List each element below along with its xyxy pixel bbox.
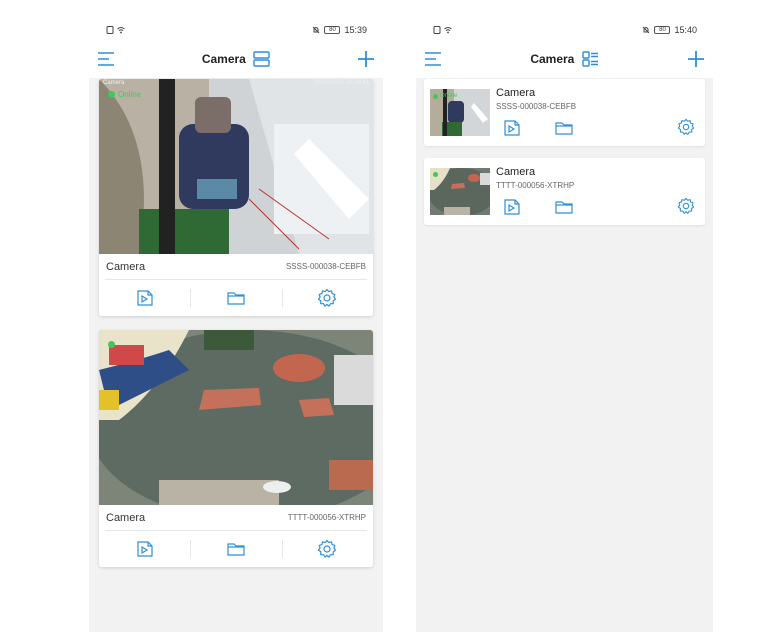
online-dot-icon	[108, 91, 115, 98]
online-label: Online	[118, 90, 142, 99]
camera-thumbnail[interactable]: Online	[430, 89, 490, 136]
playback-icon	[135, 289, 155, 307]
camera-thumbnail[interactable]	[99, 330, 373, 505]
page-title-wrap: Camera	[89, 51, 383, 67]
folder-icon[interactable]	[554, 198, 574, 216]
page-title: Camera	[530, 52, 575, 66]
camera-card[interactable]: Camera 2020-03-05 15:38:41 Online Camera…	[99, 79, 373, 316]
online-status	[108, 341, 115, 348]
folder-button[interactable]	[190, 531, 281, 567]
thumbnail-camera-label: Camera	[103, 80, 125, 86]
online-dot-icon	[433, 172, 438, 177]
camera-actions	[99, 531, 373, 567]
camera-actions	[99, 280, 373, 316]
gear-icon[interactable]	[676, 118, 696, 136]
folder-button[interactable]	[190, 280, 281, 316]
list-view-icon[interactable]	[581, 51, 599, 67]
camera-thumbnail[interactable]	[430, 168, 490, 215]
online-dot-icon	[433, 93, 438, 99]
status-time: 15:39	[344, 25, 367, 35]
plus-icon[interactable]	[357, 50, 375, 68]
status-bar: 80 15:39	[89, 18, 383, 42]
camera-name: Camera	[496, 87, 536, 99]
folder-icon	[226, 289, 246, 307]
playback-icon	[135, 540, 155, 558]
status-time: 15:40	[674, 25, 697, 35]
wifi-icon	[444, 27, 452, 34]
plus-icon[interactable]	[687, 50, 705, 68]
folder-icon[interactable]	[554, 119, 574, 137]
mute-icon	[313, 26, 320, 34]
settings-button[interactable]	[281, 280, 373, 316]
sim-icon	[106, 26, 114, 34]
camera-name: Camera	[106, 261, 146, 273]
camera-id: TTTT-000056-XTRHP	[496, 181, 575, 190]
camera-feed-image	[99, 79, 373, 254]
camera-name: Camera	[496, 166, 536, 178]
camera-id: SSSS-000038-CEBFB	[285, 262, 366, 271]
phone-screen-list: 80 15:40 Camera Online Camera SSSS-00003…	[416, 18, 713, 632]
camera-id: TTTT-000056-XTRHP	[287, 513, 366, 522]
phone-screen-grid: 80 15:39 Camera Camera 2020-03-05 15:38:…	[89, 18, 383, 632]
playback-icon[interactable]	[502, 198, 522, 216]
playback-icon[interactable]	[502, 119, 522, 137]
battery-indicator: 80	[654, 26, 671, 34]
camera-info: Camera SSSS-000038-CEBFB	[105, 254, 367, 280]
sim-icon	[433, 26, 441, 34]
app-bar: Camera	[416, 42, 713, 78]
thumbnail-timestamp: 2020-03-05 15:38:41	[313, 80, 369, 86]
grid-view-icon[interactable]	[253, 51, 270, 67]
camera-feed-image	[430, 168, 490, 215]
online-label: Online	[440, 93, 458, 99]
camera-thumbnail[interactable]: Camera 2020-03-05 15:38:41 Online	[99, 79, 373, 254]
app-bar: Camera	[89, 42, 383, 78]
status-bar: 80 15:40	[416, 18, 713, 42]
camera-info: Camera TTTT-000056-XTRHP	[105, 505, 367, 531]
gear-icon	[317, 288, 337, 308]
camera-name: Camera	[106, 512, 146, 524]
mute-icon	[643, 26, 650, 34]
playback-button[interactable]	[99, 280, 190, 316]
gear-icon	[317, 539, 337, 559]
camera-card[interactable]: Camera TTTT-000056-XTRHP	[99, 330, 373, 567]
gear-icon[interactable]	[676, 197, 696, 215]
online-status: Online	[108, 90, 141, 99]
page-title: Camera	[201, 52, 246, 66]
online-status: Online	[433, 93, 457, 99]
folder-icon	[226, 540, 246, 558]
camera-list-item[interactable]: Camera TTTT-000056-XTRHP	[424, 158, 705, 225]
wifi-icon	[117, 27, 125, 34]
battery-indicator: 80	[324, 26, 341, 34]
camera-list-item[interactable]: Online Camera SSSS-000038-CEBFB	[424, 79, 705, 146]
camera-feed-image	[99, 330, 373, 505]
camera-id: SSSS-000038-CEBFB	[496, 102, 577, 111]
online-dot-icon	[108, 341, 115, 348]
page-title-wrap: Camera	[416, 51, 713, 67]
playback-button[interactable]	[99, 531, 190, 567]
settings-button[interactable]	[281, 531, 373, 567]
online-status	[433, 172, 438, 177]
